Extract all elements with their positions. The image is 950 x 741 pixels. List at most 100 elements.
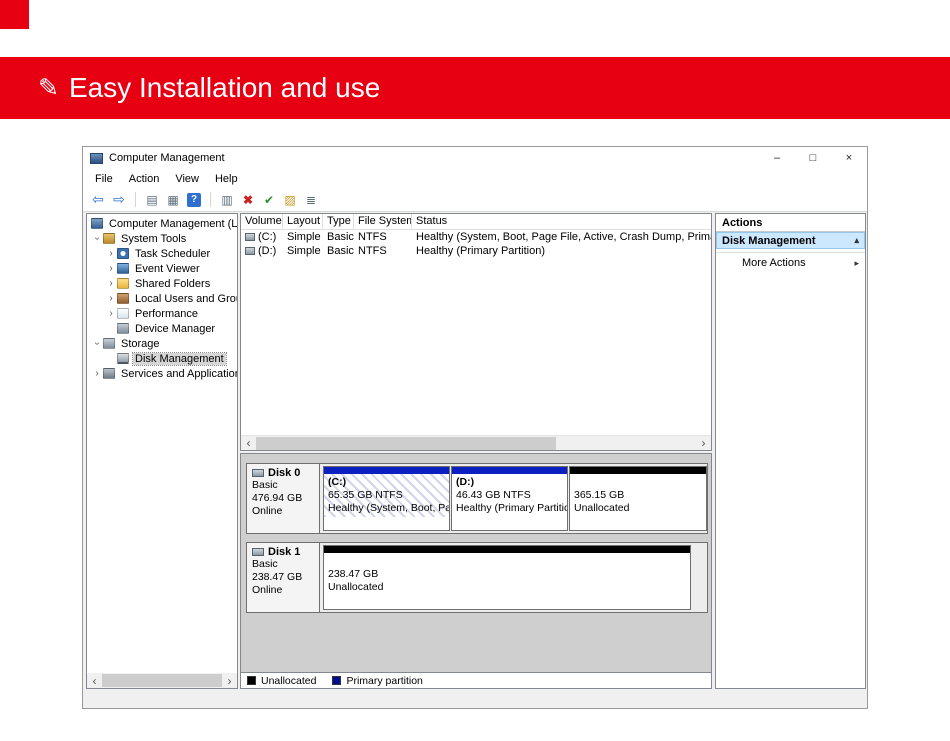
scroll-right-icon[interactable]: › bbox=[222, 673, 237, 688]
collapse-icon[interactable]: ▴ bbox=[854, 235, 859, 246]
volume-row-c[interactable]: (C:) Simple Basic NTFS Healthy (System, … bbox=[241, 230, 711, 244]
disk-type: Basic bbox=[252, 558, 314, 571]
tree-item-system-tools[interactable]: › System Tools bbox=[87, 231, 237, 246]
window-title: Computer Management bbox=[109, 152, 225, 164]
disk0-label[interactable]: Disk 0 Basic 476.94 GB Online bbox=[247, 464, 320, 533]
maximize-button[interactable]: □ bbox=[795, 147, 831, 169]
delete-icon[interactable]: ✖ bbox=[239, 191, 257, 208]
disk-management-icon bbox=[117, 353, 129, 364]
help-icon[interactable]: ? bbox=[185, 191, 203, 208]
volume-icon bbox=[245, 233, 255, 241]
partition-body: 238.47 GB Unallocated bbox=[324, 553, 690, 596]
tree-item-device-manager[interactable]: Device Manager bbox=[87, 321, 237, 336]
page: ✎ Easy Installation and use Computer Man… bbox=[0, 0, 950, 741]
disk-name: Disk 1 bbox=[268, 546, 300, 558]
menu-view[interactable]: View bbox=[167, 173, 207, 185]
scroll-left-icon[interactable]: ‹ bbox=[241, 436, 256, 451]
close-button[interactable]: × bbox=[831, 147, 867, 169]
primary-partition-stripe bbox=[452, 467, 567, 474]
column-layout[interactable]: Layout bbox=[283, 214, 323, 229]
tree-item-label: Performance bbox=[133, 308, 200, 320]
partition-d[interactable]: (D:) 46.43 GB NTFS Healthy (Primary Part… bbox=[451, 466, 568, 531]
menu-action[interactable]: Action bbox=[121, 173, 168, 185]
file-system-cell: NTFS bbox=[354, 245, 412, 257]
minimize-button[interactable]: – bbox=[759, 147, 795, 169]
tree-item-computer-management[interactable]: Computer Management (Local bbox=[87, 216, 237, 231]
chevron-collapsed-icon[interactable]: › bbox=[105, 293, 117, 304]
chevron-collapsed-icon[interactable]: › bbox=[105, 278, 117, 289]
tree-item-task-scheduler[interactable]: › Task Scheduler bbox=[87, 246, 237, 261]
chevron-collapsed-icon[interactable]: › bbox=[105, 263, 117, 274]
tree-item-services-and-applications[interactable]: › Services and Applications bbox=[87, 366, 237, 381]
export-list-icon[interactable]: ▦ bbox=[164, 191, 182, 208]
action-disk-management[interactable]: Disk Management ▴ bbox=[716, 232, 865, 249]
action-label: More Actions bbox=[742, 257, 806, 269]
layout-cell: Simple bbox=[283, 231, 323, 243]
banner: ✎ Easy Installation and use bbox=[0, 57, 950, 119]
tree-item-shared-folders[interactable]: › Shared Folders bbox=[87, 276, 237, 291]
legend-label: Primary partition bbox=[346, 675, 422, 687]
partition-unallocated-disk0[interactable]: 365.15 GB Unallocated bbox=[569, 466, 707, 531]
window-controls: – □ × bbox=[759, 147, 867, 169]
volume-row-d[interactable]: (D:) Simple Basic NTFS Healthy (Primary … bbox=[241, 244, 711, 258]
disk-size: 476.94 GB bbox=[252, 492, 314, 505]
chevron-collapsed-icon[interactable]: › bbox=[105, 248, 117, 259]
divider bbox=[716, 252, 865, 253]
check-disk-icon[interactable]: ✔ bbox=[260, 191, 278, 208]
partition-name: (D:) bbox=[456, 476, 563, 489]
tree-item-label: Services and Applications bbox=[119, 368, 237, 380]
menu-help[interactable]: Help bbox=[207, 173, 246, 185]
action-label: Disk Management bbox=[722, 235, 816, 247]
monitor-icon[interactable]: ▥ bbox=[218, 191, 236, 208]
partition-c[interactable]: (C:) 65.35 GB NTFS Healthy (System, Boot… bbox=[323, 466, 450, 531]
disk-size: 238.47 GB bbox=[252, 571, 314, 584]
column-volume[interactable]: Volume bbox=[241, 214, 283, 229]
toolbar-separator bbox=[210, 192, 211, 207]
partition-status: Healthy (System, Boot, Pag bbox=[328, 502, 445, 515]
action-more-actions[interactable]: More Actions ▸ bbox=[716, 255, 865, 271]
system-tools-icon bbox=[103, 233, 115, 244]
column-file-system[interactable]: File System bbox=[354, 214, 412, 229]
partition-name: (C:) bbox=[328, 476, 445, 489]
banner-title: Easy Installation and use bbox=[69, 72, 380, 104]
volume-list-horizontal-scrollbar[interactable]: ‹ › bbox=[241, 435, 711, 450]
console-tree-icon[interactable]: ▤ bbox=[143, 191, 161, 208]
toolbar: ⇦ ⇨ ▤ ▦ ? ▥ ✖ ✔ ▨ ≣ bbox=[83, 188, 867, 212]
volume-name: (C:) bbox=[258, 231, 276, 243]
scroll-right-icon[interactable]: › bbox=[696, 436, 711, 451]
volume-icon bbox=[245, 247, 255, 255]
services-icon bbox=[103, 368, 115, 379]
details-view-icon[interactable]: ≣ bbox=[302, 191, 320, 208]
disk0-row: Disk 0 Basic 476.94 GB Online (C:) 65.35… bbox=[246, 463, 708, 534]
chevron-collapsed-icon[interactable]: › bbox=[105, 308, 117, 319]
scrollbar-thumb[interactable] bbox=[256, 437, 556, 450]
titlebar: Computer Management – □ × bbox=[83, 147, 867, 169]
chevron-collapsed-icon[interactable]: › bbox=[91, 368, 103, 379]
disk-name: Disk 0 bbox=[268, 467, 300, 479]
computer-management-icon bbox=[90, 153, 103, 164]
partition-unallocated-disk1[interactable]: 238.47 GB Unallocated bbox=[323, 545, 691, 610]
chevron-expanded-icon[interactable]: › bbox=[92, 233, 103, 245]
chevron-expanded-icon[interactable]: › bbox=[92, 338, 103, 350]
pencil-icon: ✎ bbox=[38, 73, 59, 103]
unallocated-stripe bbox=[324, 546, 690, 553]
forward-icon[interactable]: ⇨ bbox=[110, 191, 128, 208]
column-type[interactable]: Type bbox=[323, 214, 354, 229]
menu-file[interactable]: File bbox=[87, 173, 121, 185]
performance-icon bbox=[117, 308, 129, 319]
tree-horizontal-scrollbar[interactable]: ‹ › bbox=[87, 673, 237, 688]
tree-item-disk-management[interactable]: Disk Management bbox=[87, 351, 237, 366]
new-partition-icon[interactable]: ▨ bbox=[281, 191, 299, 208]
disk1-label[interactable]: Disk 1 Basic 238.47 GB Online bbox=[247, 543, 320, 612]
scrollbar-thumb[interactable] bbox=[102, 674, 222, 687]
tree-item-performance[interactable]: › Performance bbox=[87, 306, 237, 321]
scroll-left-icon[interactable]: ‹ bbox=[87, 673, 102, 688]
tree-item-local-users-and-groups[interactable]: › Local Users and Groups bbox=[87, 291, 237, 306]
disk-status: Online bbox=[252, 505, 314, 518]
tree-item-event-viewer[interactable]: › Event Viewer bbox=[87, 261, 237, 276]
back-icon[interactable]: ⇦ bbox=[89, 191, 107, 208]
tree-item-label: Storage bbox=[119, 338, 162, 350]
tree-item-storage[interactable]: › Storage bbox=[87, 336, 237, 351]
column-status[interactable]: Status bbox=[412, 214, 711, 229]
partition-size: 365.15 GB bbox=[574, 489, 702, 502]
